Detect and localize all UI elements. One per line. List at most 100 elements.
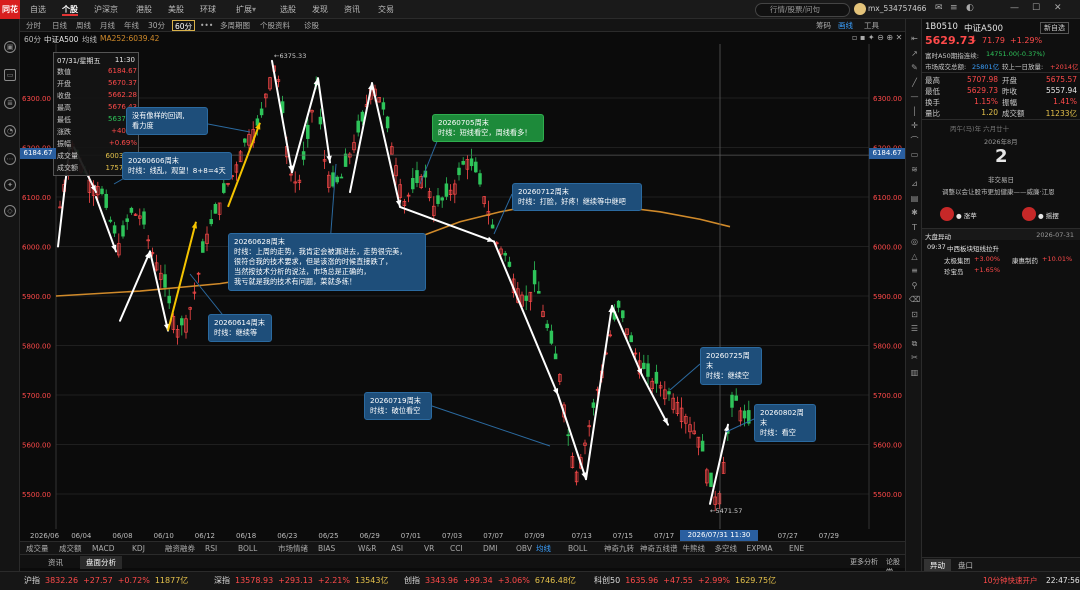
- tab-draw-line[interactable]: 画线: [838, 20, 853, 31]
- username[interactable]: mx_534757466: [868, 4, 926, 13]
- search-input[interactable]: 行情/股票/问句: [755, 3, 850, 17]
- nav-global[interactable]: 环球: [200, 3, 216, 16]
- indicator-tab[interactable]: BIAS: [318, 543, 335, 554]
- ticker-item[interactable]: 科创50 1635.96 +47.55 +2.99% 1629.75亿: [594, 572, 776, 589]
- tab-weekly[interactable]: 周线: [76, 20, 91, 31]
- more-analysis-link[interactable]: 更多分析: [850, 557, 878, 567]
- sidebar-list-icon[interactable]: ≣: [4, 97, 16, 109]
- indicator-tab[interactable]: ASI: [391, 543, 403, 554]
- tab-daily[interactable]: 日线: [52, 20, 67, 31]
- draw-tool-icon[interactable]: ⧉: [909, 338, 920, 349]
- bear-label[interactable]: ● 摇摆: [1038, 210, 1059, 220]
- mail-icon[interactable]: ✉: [935, 3, 943, 13]
- sidebar-compass-icon[interactable]: ✦: [4, 179, 16, 191]
- tab-monthly[interactable]: 月线: [100, 20, 115, 31]
- draw-tool-icon[interactable]: ▤: [909, 193, 920, 204]
- tab-tools[interactable]: 工具: [864, 20, 879, 31]
- bear-icon[interactable]: [1022, 207, 1036, 221]
- overlay-tab[interactable]: 神奇五线谱: [640, 543, 678, 554]
- draw-tool-icon[interactable]: △: [909, 251, 920, 262]
- avatar[interactable]: [854, 3, 866, 15]
- trend-arrow[interactable]: [611, 304, 643, 377]
- indicator-tab[interactable]: 市场情绪: [278, 543, 308, 554]
- draw-tool-icon[interactable]: ⌒: [909, 135, 920, 146]
- draw-tool-icon[interactable]: ⚲: [909, 280, 920, 291]
- news-title[interactable]: 中西板块短线拉升: [947, 243, 999, 253]
- indicator-tab[interactable]: VR: [424, 543, 434, 554]
- draw-tool-icon[interactable]: ╱: [909, 77, 920, 88]
- indicator-tab[interactable]: CCI: [450, 543, 463, 554]
- indicator-tab[interactable]: MACD: [92, 543, 114, 554]
- draw-tool-icon[interactable]: ✱: [909, 207, 920, 218]
- tab-news[interactable]: 资讯: [48, 557, 63, 568]
- trend-arrow[interactable]: [119, 250, 151, 322]
- nav-picker[interactable]: 选股: [280, 3, 296, 16]
- bull-label[interactable]: ● 涨苹: [956, 210, 977, 220]
- tab-order-book[interactable]: 盘口: [958, 560, 973, 571]
- overlay-tab[interactable]: 均线: [536, 543, 551, 554]
- nav-stock[interactable]: 个股: [62, 3, 78, 16]
- tab-stock-profile[interactable]: 个股资料: [260, 20, 290, 31]
- indicator-tab[interactable]: W&R: [358, 543, 376, 554]
- sidebar-home-icon[interactable]: ▣: [4, 41, 16, 53]
- sidebar-gauge-icon[interactable]: ◔: [4, 125, 16, 137]
- indicator-tab[interactable]: 融资融券: [165, 543, 195, 554]
- trend-arrow[interactable]: [271, 59, 293, 174]
- chevron-down-icon[interactable]: ▾: [252, 3, 256, 16]
- draw-tool-icon[interactable]: ✂: [909, 352, 920, 363]
- overlay-tab[interactable]: BOLL: [568, 543, 587, 554]
- overlay-tab[interactable]: 多空线: [715, 543, 738, 554]
- draw-tool-icon[interactable]: ◎: [909, 236, 920, 247]
- sidebar-more-icon[interactable]: ⋯: [4, 153, 16, 165]
- trend-arrow-yellow[interactable]: [227, 122, 261, 208]
- draw-tool-icon[interactable]: ⊿: [909, 178, 920, 189]
- trend-arrow[interactable]: [349, 82, 373, 194]
- news-stock-name[interactable]: 太极集团: [944, 255, 970, 265]
- ticker-item[interactable]: 沪指 3832.26 +27.57 +0.72% 11877亿: [24, 572, 188, 589]
- draw-tool-icon[interactable]: ≋: [909, 164, 920, 175]
- draw-tool-icon[interactable]: ⊡: [909, 309, 920, 320]
- draw-tool-icon[interactable]: T: [909, 222, 920, 233]
- overlay-tab[interactable]: EXPMA: [747, 543, 773, 554]
- overlay-tab[interactable]: ENE: [789, 543, 804, 554]
- overlay-tab[interactable]: 神奇九转: [604, 543, 634, 554]
- tab-multi-period[interactable]: 多周期图: [220, 20, 250, 31]
- nav-trade[interactable]: 交易: [378, 3, 394, 16]
- sidebar-diamond-icon[interactable]: ◇: [4, 205, 16, 217]
- tab-chips[interactable]: 筹码: [816, 20, 831, 31]
- ticker-item[interactable]: 创指 3343.96 +99.34 +3.06% 6746.48亿: [404, 572, 576, 589]
- ticker-item[interactable]: 深指 13578.93 +293.13 +2.21% 13543亿: [214, 572, 388, 589]
- draw-tool-icon[interactable]: —: [909, 91, 920, 102]
- open-account-link[interactable]: 10分钟快速开户: [983, 572, 1038, 589]
- overlay-tab[interactable]: 牛熊线: [683, 543, 706, 554]
- draw-tool-icon[interactable]: ≡: [909, 265, 920, 276]
- draw-tool-icon[interactable]: ✎: [909, 62, 920, 73]
- skin-icon[interactable]: ◐: [966, 3, 974, 13]
- close-icon[interactable]: ✕: [1054, 3, 1062, 13]
- nav-watchlist[interactable]: 自选: [30, 3, 46, 16]
- tab-diagnosis[interactable]: 诊股: [304, 20, 319, 31]
- draw-tool-icon[interactable]: ⌫: [909, 294, 920, 305]
- news-stock-name[interactable]: 珍宝岛: [944, 266, 964, 276]
- draw-tool-icon[interactable]: ▥: [909, 367, 920, 378]
- maximize-icon[interactable]: ☐: [1032, 3, 1040, 13]
- add-watchlist-button[interactable]: 新自选: [1040, 22, 1069, 34]
- indicator-tab[interactable]: DMI: [483, 543, 497, 554]
- sidebar-monitor-icon[interactable]: ▭: [4, 69, 16, 81]
- draw-tool-icon[interactable]: ▭: [909, 149, 920, 160]
- minimize-icon[interactable]: —: [1010, 3, 1019, 13]
- draw-tool-icon[interactable]: ✛: [909, 120, 920, 131]
- draw-tool-icon[interactable]: │: [909, 106, 920, 117]
- tab-market-analysis[interactable]: 盘面分析: [80, 556, 122, 569]
- tab-30min[interactable]: 30分: [148, 20, 165, 31]
- tab-more[interactable]: •••: [200, 20, 213, 31]
- tab-yearly[interactable]: 年线: [124, 20, 139, 31]
- kline-chart[interactable]: 6300.006300.006200.006200.006100.006100.…: [20, 44, 905, 541]
- tab-intraday[interactable]: 分时: [26, 20, 41, 31]
- trend-arrow[interactable]: [585, 304, 613, 481]
- news-stock-name[interactable]: 康惠制药: [1012, 255, 1038, 265]
- tab-60min[interactable]: 60分: [172, 20, 196, 31]
- indicator-tab[interactable]: KDJ: [132, 543, 145, 554]
- indicator-tab[interactable]: 成交量: [26, 543, 49, 554]
- trend-arrow[interactable]: [371, 82, 401, 208]
